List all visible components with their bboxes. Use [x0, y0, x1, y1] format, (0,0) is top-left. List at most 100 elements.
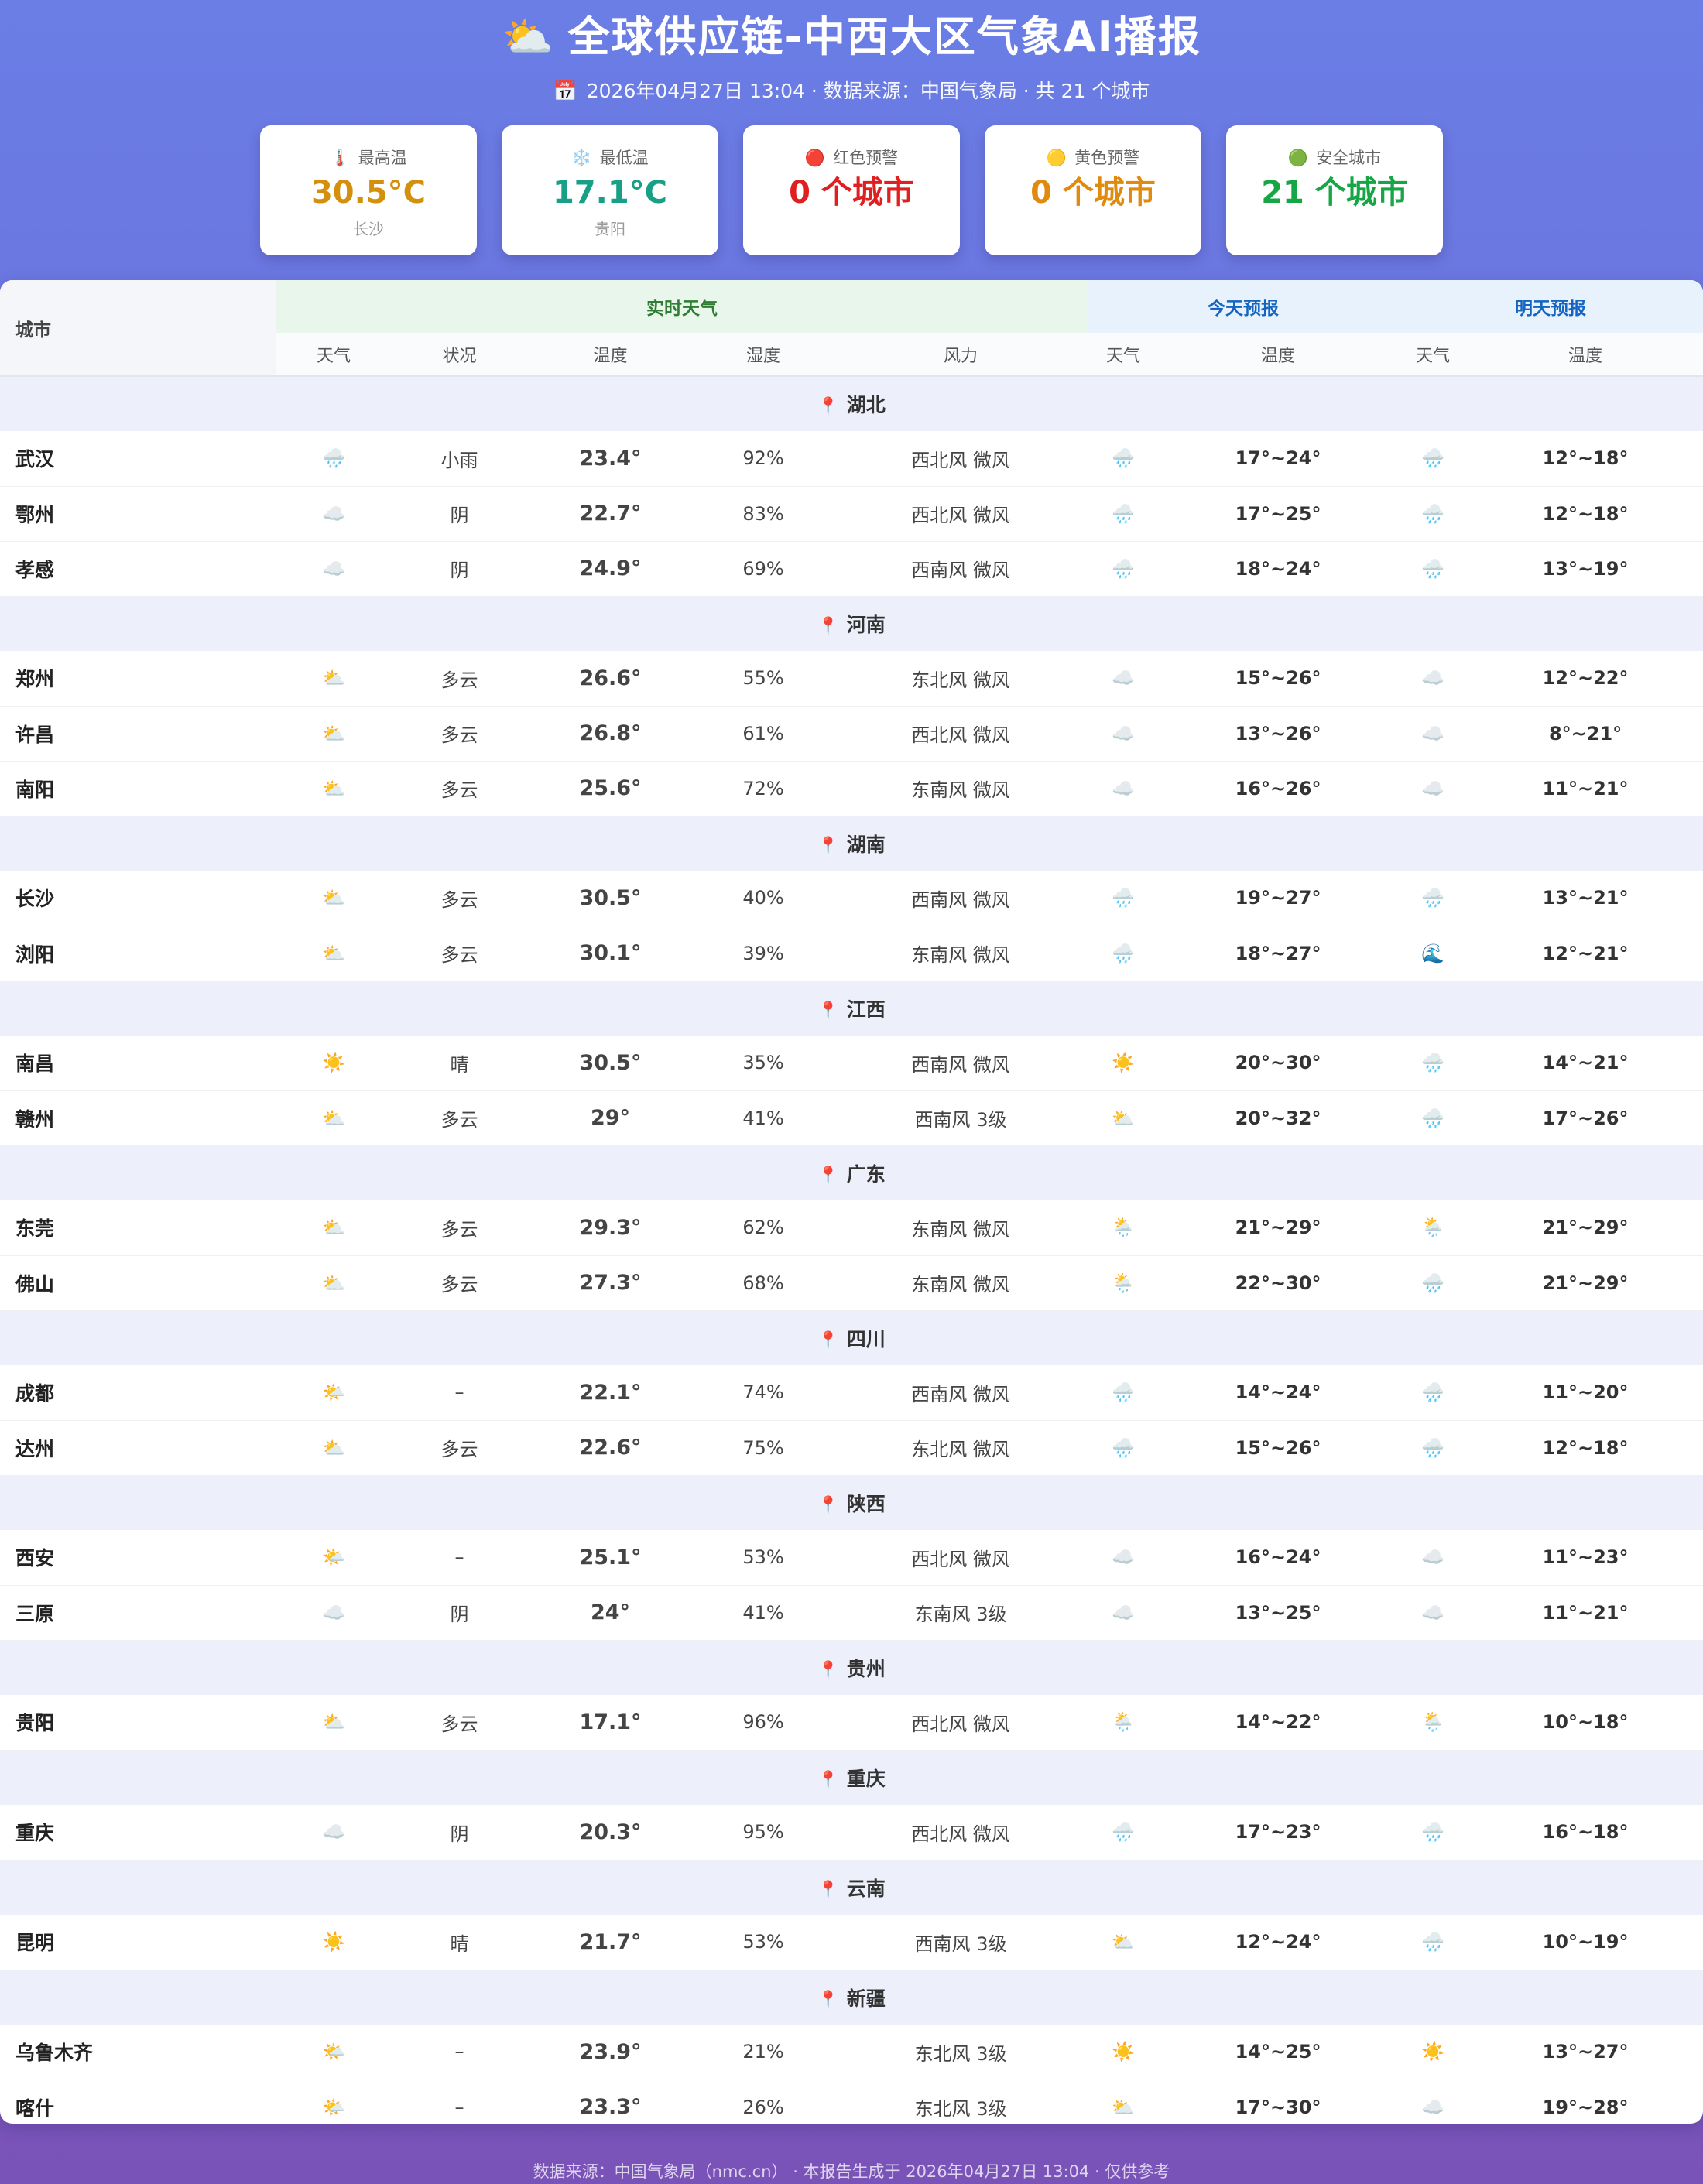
province-name: 重庆 [846, 1767, 886, 1790]
province-header: 📍 陕西 [0, 1475, 1703, 1530]
yellow-alert-card: 🟡 黄色预警 0 个城市 [985, 125, 1201, 255]
city-name: 达州 [0, 1420, 276, 1476]
humidity: 96% [694, 1695, 833, 1751]
table-row: 浏阳 ⛅ 多云 30.1° 39% 东南风 微风 🌧️ 18°~27° 🌊 12°~21° [0, 926, 1703, 981]
city-name: 郑州 [0, 651, 276, 707]
card-label-text: 最低温 [599, 149, 649, 167]
partly-cloudy-icon: ⛅ [276, 706, 392, 762]
sun-icon: ☀️ [276, 1036, 392, 1091]
sun-cloud-icon: 🌤️ [276, 2025, 392, 2080]
rain-icon: 🌧️ [1398, 1420, 1468, 1476]
partly-cloudy-icon: ⛅ [1088, 1915, 1159, 1970]
tomorrow-temp-range: 8°~21° [1468, 706, 1703, 762]
cloud-icon: ☁️ [276, 1805, 392, 1861]
tomorrow-temp-range: 13°~27° [1468, 2025, 1703, 2080]
rain-icon: 🌧️ [1398, 1036, 1468, 1091]
humidity: 75% [694, 1420, 833, 1476]
province-header: 📍 湖南 [0, 816, 1703, 871]
map-pin-icon: 📍 [817, 1330, 839, 1350]
rain-icon: 🌧️ [1398, 431, 1468, 487]
cloud-icon: ☁️ [1398, 761, 1468, 816]
today-temp-range: 21°~29° [1158, 1200, 1399, 1256]
province-row: 📍 云南 [0, 1860, 1703, 1915]
partly-cloudy-icon: ⛅ [276, 1420, 392, 1476]
table-row: 佛山 ⛅ 多云 27.3° 68% 东南风 微风 🌦️ 22°~30° 🌧️ 21°~29° [0, 1255, 1703, 1311]
condition: 多云 [392, 1255, 527, 1311]
page-header: ⛅ 全球供应链-中西大区气象AI播报 📅 2026年04月27日 13:04 · 数… [0, 0, 1703, 108]
city-name: 三原 [0, 1585, 276, 1641]
humidity: 39% [694, 926, 833, 981]
city-name: 鄂州 [0, 486, 276, 542]
current-temp: 20.3° [527, 1805, 694, 1861]
province-name: 湖北 [846, 394, 886, 416]
current-temp: 25.1° [527, 1530, 694, 1586]
today-temp-range: 22°~30° [1158, 1255, 1399, 1311]
wind: 西北风 微风 [833, 431, 1089, 487]
condition: 晴 [392, 1036, 527, 1091]
province-row: 📍 陕西 [0, 1475, 1703, 1530]
realtime-group-header: 实时天气 [276, 280, 1089, 333]
condition: 晴 [392, 1915, 527, 1970]
card-value: 0 个城市 [789, 175, 914, 211]
map-pin-icon: 📍 [817, 616, 839, 636]
subtitle-text: 2026年04月27日 13:04 · 数据来源：中国气象局 · 共 21 个城… [586, 80, 1150, 102]
wind: 东南风 3级 [833, 1585, 1089, 1641]
province-header: 📍 云南 [0, 1860, 1703, 1915]
province-name: 陕西 [846, 1492, 886, 1515]
city-name: 武汉 [0, 431, 276, 487]
wind: 东南风 微风 [833, 761, 1089, 816]
wind: 东南风 微风 [833, 926, 1089, 981]
today-temp-range: 18°~27° [1158, 926, 1399, 981]
rain-icon: 🌧️ [1088, 431, 1159, 487]
tomorrow-temp-range: 12°~18° [1468, 1420, 1703, 1476]
partly-cloudy-icon: ⛅ [276, 1255, 392, 1311]
table-row: 达州 ⛅ 多云 22.6° 75% 东北风 微风 🌧️ 15°~26° 🌧️ 12°~18° [0, 1420, 1703, 1476]
condition: 多云 [392, 1200, 527, 1256]
condition: 阴 [392, 1585, 527, 1641]
sub-header-6: 温度 [1261, 346, 1296, 366]
sub-header-1: 状况 [442, 346, 477, 366]
condition: – [392, 2080, 527, 2124]
cloud-icon: ☁️ [1398, 1585, 1468, 1641]
wind: 西北风 微风 [833, 1695, 1089, 1751]
province-row: 📍 湖北 [0, 376, 1703, 431]
humidity: 95% [694, 1805, 833, 1861]
current-temp: 22.6° [527, 1420, 694, 1476]
wind: 西南风 微风 [833, 1036, 1089, 1091]
current-temp: 29.3° [527, 1200, 694, 1256]
tomorrow-temp-range: 13°~19° [1468, 541, 1703, 597]
tomorrow-temp-range: 14°~21° [1468, 1036, 1703, 1091]
rain-icon: 🌧️ [1398, 1805, 1468, 1861]
province-name: 河南 [846, 613, 886, 636]
partly-cloudy-icon: ⛅ [276, 1090, 392, 1146]
today-temp-range: 14°~24° [1158, 1365, 1399, 1421]
city-name: 浏阳 [0, 926, 276, 981]
current-temp: 27.3° [527, 1255, 694, 1311]
today-temp-range: 17°~24° [1158, 431, 1399, 487]
current-temp: 30.5° [527, 871, 694, 926]
today-temp-range: 18°~24° [1158, 541, 1399, 597]
condition: 多云 [392, 706, 527, 762]
table-row: 三原 ☁️ 阴 24° 41% 东南风 3级 ☁️ 13°~25° ☁️ 11°~21° [0, 1585, 1703, 1641]
humidity: 21% [694, 2025, 833, 2080]
condition: 多云 [392, 1695, 527, 1751]
partly-cloudy-icon: ⛅ [276, 1695, 392, 1751]
wind: 西北风 微风 [833, 1805, 1089, 1861]
today-temp-range: 13°~25° [1158, 1585, 1399, 1641]
summary-cards: 🌡️ 最高温 30.5°C 长沙 ❄️ 最低温 17.1°C 贵阳 🔴 红色预警 0 个城市 🟡 黄色预… [260, 125, 1443, 255]
calendar-icon: 📅 [553, 80, 577, 102]
province-row: 📍 广东 [0, 1145, 1703, 1200]
rain-icon: 🌧️ [276, 431, 392, 487]
condition: 阴 [392, 486, 527, 542]
card-value: 21 个城市 [1261, 175, 1408, 211]
condition: 多云 [392, 1420, 527, 1476]
partly-cloudy-icon: ⛅ [1088, 2080, 1159, 2124]
today-temp-range: 20°~32° [1158, 1090, 1399, 1146]
wind: 东南风 微风 [833, 1200, 1089, 1256]
province-name: 云南 [846, 1877, 886, 1900]
city-name: 昆明 [0, 1915, 276, 1970]
sub-header-3: 湿度 [745, 346, 780, 366]
today-temp-range: 14°~25° [1158, 2025, 1399, 2080]
sub-header-5: 天气 [1106, 346, 1141, 366]
wind: 西北风 微风 [833, 706, 1089, 762]
